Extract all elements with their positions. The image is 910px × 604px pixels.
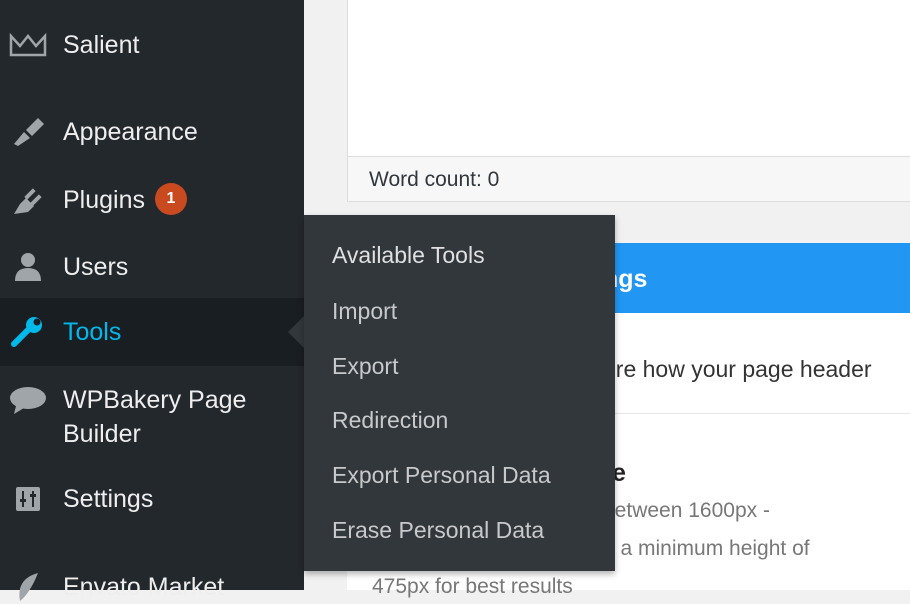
submenu-item-export-personal-data[interactable]: Export Personal Data — [332, 460, 551, 490]
plug-icon — [8, 184, 48, 216]
sidebar-item-label: Plugins 1 — [63, 183, 187, 217]
sidebar-item-label: Tools — [63, 318, 122, 346]
submenu-item-erase-personal-data[interactable]: Erase Personal Data — [332, 515, 544, 545]
field-description-line: e a minimum height of — [603, 537, 810, 560]
wpbakery-cloud-icon — [8, 383, 48, 415]
sidebar-item-envato[interactable]: Envato Market — [0, 570, 304, 604]
paintbrush-icon — [8, 116, 48, 148]
field-description-line: 475px for best results — [372, 575, 573, 598]
sidebar-item-plugins[interactable]: Plugins 1 — [0, 183, 304, 217]
word-count: Word count: 0 — [369, 168, 500, 191]
user-icon — [8, 251, 48, 283]
sidebar-item-users[interactable]: Users — [0, 250, 304, 284]
admin-sidebar: Salient Appearance Plugins 1 Users Tools … — [0, 0, 304, 601]
wrench-icon — [8, 316, 48, 348]
sidebar-item-label: Envato Market — [63, 573, 225, 601]
submenu-item-import[interactable]: Import — [332, 296, 397, 326]
panel-description: ure how your page header — [603, 356, 872, 382]
sidebar-item-label: Appearance — [63, 118, 198, 146]
tools-flyout-submenu: Available Tools Import Export Redirectio… — [304, 215, 615, 571]
current-menu-arrow — [288, 316, 304, 348]
sidebar-item-wpbakery[interactable]: WPBakery Page Builder — [0, 383, 304, 451]
sidebar-item-tools[interactable]: Tools — [0, 298, 304, 366]
submenu-item-export[interactable]: Export — [332, 351, 398, 381]
submenu-item-redirection[interactable]: Redirection — [332, 405, 448, 435]
content-editor[interactable]: Word count: 0 — [347, 0, 910, 202]
sidebar-item-label: Users — [63, 253, 129, 281]
sliders-icon — [8, 483, 48, 515]
submenu-item-available-tools[interactable]: Available Tools — [332, 240, 485, 270]
sidebar-item-label: Salient — [63, 31, 140, 59]
crown-icon — [8, 29, 48, 61]
sidebar-item-appearance[interactable]: Appearance — [0, 115, 304, 149]
sidebar-item-label: Settings — [63, 485, 154, 513]
sidebar-item-salient[interactable]: Salient — [0, 28, 304, 62]
field-description-line: between 1600px - — [603, 499, 770, 522]
update-count-badge: 1 — [155, 183, 187, 216]
sidebar-item-settings[interactable]: Settings — [0, 482, 304, 516]
sidebar-item-label: WPBakery Page Builder — [63, 386, 247, 448]
leaf-icon — [8, 571, 48, 603]
editor-status-bar: Word count: 0 — [348, 156, 910, 201]
